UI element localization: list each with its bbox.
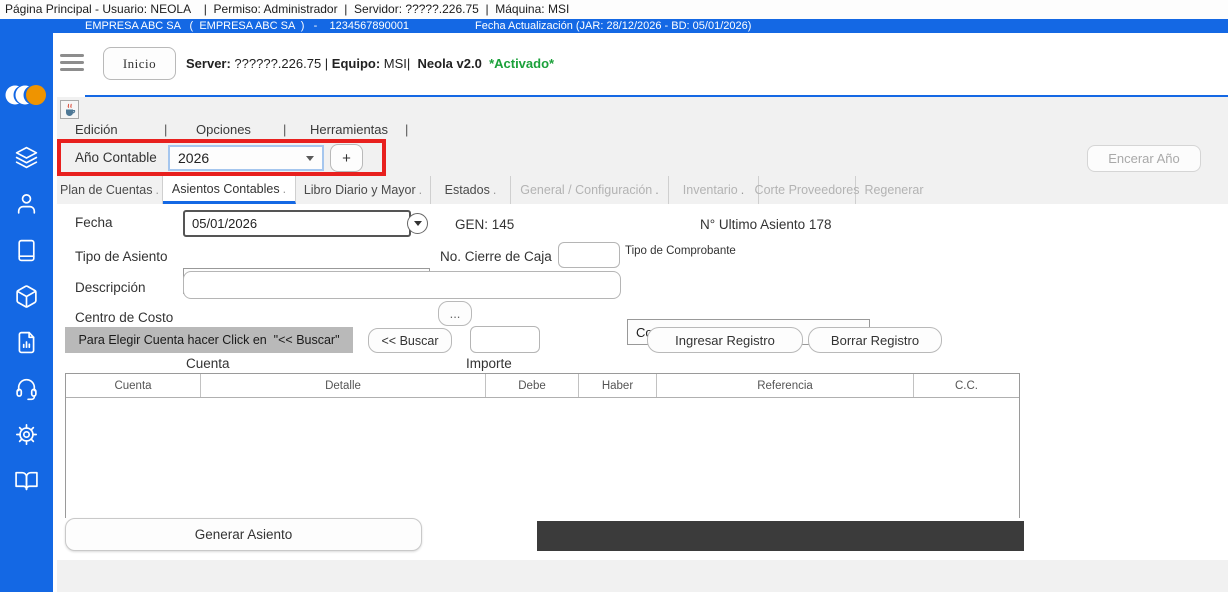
inicio-button[interactable]: Inicio xyxy=(103,47,176,80)
server-status-text: Server: ??????.226.75 | Equipo: MSI| Neo… xyxy=(186,56,554,71)
importe-caption: Importe xyxy=(466,356,512,371)
column-header-cuenta: Cuenta xyxy=(66,374,201,397)
tab-asientos-contables[interactable]: Asientos Contables. xyxy=(163,176,296,204)
gear-icon[interactable] xyxy=(14,422,39,447)
book-icon[interactable] xyxy=(14,468,39,493)
cierre-caja-input[interactable] xyxy=(558,242,620,268)
bottom-margin xyxy=(57,560,1228,592)
company-bar: EMPRESA ABC SA ( EMPRESA ABC SA ) - 1234… xyxy=(0,19,1228,33)
importe-input[interactable] xyxy=(470,326,540,353)
add-year-button[interactable]: + xyxy=(330,144,363,172)
tab-corte-proveedores[interactable]: Corte Proveedores xyxy=(759,176,856,204)
java-icon xyxy=(60,100,79,119)
tab-plan-de-cuentas[interactable]: Plan de Cuentas. xyxy=(57,176,163,204)
app-logo xyxy=(5,80,49,115)
sidebar-nav xyxy=(0,33,53,592)
anio-contable-select[interactable]: 2026 xyxy=(168,145,324,171)
tab-estados[interactable]: Estados. xyxy=(431,176,511,204)
headset-icon[interactable] xyxy=(14,376,39,401)
status-dark-bar xyxy=(537,521,1024,551)
server-value: ??????.226.75 xyxy=(231,56,325,71)
tab-inventario[interactable]: Inventario. xyxy=(669,176,759,204)
menu-separator: | xyxy=(164,122,167,137)
tab-libro-diario-y-mayor[interactable]: Libro Diario y Mayor. xyxy=(296,176,431,204)
separator: | xyxy=(325,56,332,71)
generar-asiento-button[interactable]: Generar Asiento xyxy=(65,518,422,551)
column-header-referencia: Referencia xyxy=(657,374,914,397)
company-info: EMPRESA ABC SA ( EMPRESA ABC SA ) - 1234… xyxy=(85,19,409,33)
table-header-row: Cuenta Detalle Debe Haber Referencia C.C… xyxy=(66,374,1019,398)
anio-contable-label: Año Contable xyxy=(75,150,157,165)
descripcion-label: Descripción xyxy=(75,280,146,295)
fecha-input[interactable] xyxy=(183,210,411,237)
menu-opciones[interactable]: Opciones xyxy=(196,122,251,137)
tab-bar: Plan de Cuentas. Asientos Contables. Lib… xyxy=(57,176,932,204)
column-header-haber: Haber xyxy=(579,374,657,397)
buscar-button[interactable]: << Buscar xyxy=(368,328,452,353)
encerar-anio-button[interactable]: Encerar Año xyxy=(1087,145,1201,172)
layers-icon[interactable] xyxy=(14,145,39,170)
tablet-icon[interactable] xyxy=(14,238,39,263)
equipo-value: MSI| xyxy=(380,56,417,71)
server-label: Server: xyxy=(186,56,231,71)
chevron-down-icon xyxy=(414,221,422,230)
menu-separator: | xyxy=(405,122,408,137)
menu-herramientas[interactable]: Herramientas xyxy=(310,122,388,137)
update-date-info: Fecha Actualización (JAR: 28/12/2026 - B… xyxy=(475,19,751,33)
buscar-hint-label: Para Elegir Cuenta hacer Click en "<< Bu… xyxy=(65,327,353,353)
borrar-registro-button[interactable]: Borrar Registro xyxy=(808,327,942,353)
window-titlebar: Página Principal - Usuario: NEOLA | Perm… xyxy=(0,0,1228,19)
column-header-debe: Debe xyxy=(486,374,579,397)
app-version: Neola v2.0 xyxy=(418,56,482,71)
equipo-label: Equipo: xyxy=(332,56,380,71)
fecha-dropdown-button[interactable] xyxy=(407,213,428,234)
cierre-caja-label: No. Cierre de Caja xyxy=(440,249,552,264)
user-icon[interactable] xyxy=(14,191,39,216)
centro-costo-label: Centro de Costo xyxy=(75,310,173,325)
menu-toggle-button[interactable] xyxy=(60,54,84,71)
column-header-cc: C.C. xyxy=(914,374,1019,397)
tipo-comprobante-label: Tipo de Comprobante xyxy=(625,245,736,257)
menu-edicion[interactable]: Edición xyxy=(75,122,118,137)
report-icon[interactable] xyxy=(14,330,39,355)
more-options-button[interactable]: ... xyxy=(438,301,472,326)
descripcion-input[interactable] xyxy=(183,271,621,299)
column-header-detalle: Detalle xyxy=(201,374,486,397)
ultimo-asiento-label: N° Ultimo Asiento 178 xyxy=(700,217,831,232)
cuenta-caption: Cuenta xyxy=(186,356,230,371)
ingresar-registro-button[interactable]: Ingresar Registro xyxy=(647,327,803,353)
tipo-asiento-label: Tipo de Asiento xyxy=(75,249,168,264)
package-icon[interactable] xyxy=(14,284,39,309)
table-body-empty xyxy=(66,398,1019,518)
fecha-label: Fecha xyxy=(75,215,113,230)
activation-status: *Activado* xyxy=(482,56,554,71)
tab-regenerar[interactable]: Regenerar xyxy=(856,176,932,204)
tab-general-configuracion[interactable]: General / Configuración. xyxy=(511,176,669,204)
gen-counter: GEN: 145 xyxy=(455,217,514,232)
menu-separator: | xyxy=(283,122,286,137)
asientos-table: Cuenta Detalle Debe Haber Referencia C.C… xyxy=(65,373,1020,518)
anio-contable-value: 2026 xyxy=(178,150,209,166)
chevron-down-icon xyxy=(306,156,314,165)
